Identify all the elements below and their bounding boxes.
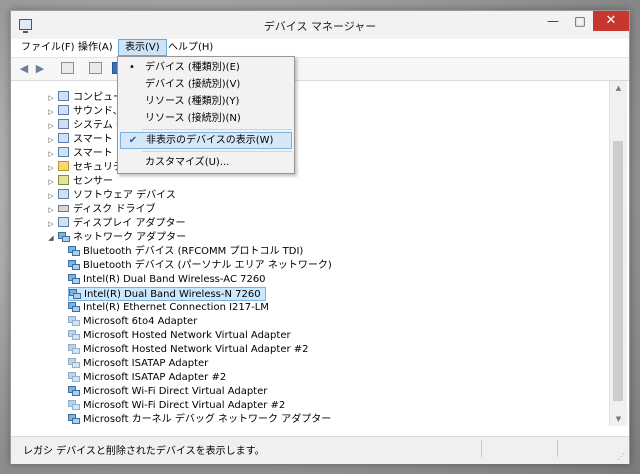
network-adapter-icon bbox=[68, 315, 80, 326]
network-adapter-icon bbox=[68, 245, 80, 256]
expand-arrow-icon[interactable]: ▷ bbox=[46, 203, 56, 217]
status-divider bbox=[481, 440, 482, 457]
tree-node-display-adapters[interactable]: ▷ ディスプレイ アダプター bbox=[48, 217, 185, 231]
status-divider bbox=[557, 440, 558, 457]
menu-view[interactable]: 表示(V) bbox=[118, 39, 167, 56]
collapse-arrow-icon[interactable]: ◢ bbox=[46, 231, 56, 245]
device-tree: ▷ コンピューター ▷ サウンド、ビデ ▷ システム デバ ▷ スマート カー ▷ スマー… bbox=[11, 81, 609, 426]
menu-separator bbox=[142, 129, 292, 130]
status-bar: レガシ デバイスと削除されたデバイスを表示します。 ⋰ bbox=[11, 436, 629, 464]
maximize-button[interactable]: □ bbox=[567, 11, 593, 31]
network-adapter-icon bbox=[68, 385, 80, 396]
radio-bullet-icon: • bbox=[129, 62, 135, 73]
expand-arrow-icon[interactable]: ▷ bbox=[46, 217, 56, 231]
expand-arrow-icon[interactable]: ▷ bbox=[46, 133, 56, 147]
menu-help[interactable]: ヘルプ(H) bbox=[162, 39, 219, 56]
tree-node-adapter[interactable]: Microsoft 6to4 Adapter bbox=[68, 315, 197, 329]
expand-arrow-icon[interactable]: ▷ bbox=[46, 91, 56, 105]
tree-node-disk-drives[interactable]: ▷ ディスク ドライブ bbox=[48, 203, 155, 217]
tree-node-adapter[interactable]: Bluetooth デバイス (RFCOMM プロトコル TDI) bbox=[68, 245, 303, 259]
tree-node-adapter[interactable]: Intel(R) Dual Band Wireless-AC 7260 bbox=[68, 273, 266, 287]
display-adapter-icon bbox=[58, 217, 69, 227]
menu-action[interactable]: 操作(A) bbox=[72, 39, 119, 56]
expand-arrow-icon[interactable]: ▷ bbox=[46, 147, 56, 161]
device-manager-window: デバイス マネージャー — □ ✕ ファイル(F) 操作(A) 表示(V) ヘル… bbox=[10, 10, 630, 464]
tree-node-adapter[interactable]: Intel(R) Ethernet Connection I217-LM bbox=[68, 301, 269, 315]
tree-node-network-adapters[interactable]: ◢ ネットワーク アダプター bbox=[48, 231, 186, 245]
menu-customize[interactable]: カスタマイズ(U)... bbox=[120, 154, 292, 171]
tree-node-sensor[interactable]: ▷ センサー bbox=[48, 175, 113, 189]
scrollbar-thumb[interactable] bbox=[613, 141, 623, 401]
view-menu-dropdown: • デバイス (種類別)(E) デバイス (接続別)(V) リソース (種類別)… bbox=[117, 56, 295, 174]
tree-node-adapter[interactable]: Microsoft Wi-Fi Direct Virtual Adapter bbox=[68, 385, 267, 399]
smartcard-icon bbox=[58, 147, 69, 157]
menu-resources-by-connection[interactable]: リソース (接続別)(N) bbox=[120, 110, 292, 127]
tree-node-software-devices[interactable]: ▷ ソフトウェア デバイス bbox=[48, 189, 176, 203]
network-adapter-icon bbox=[68, 357, 80, 368]
forward-arrow-icon[interactable]: ▶ bbox=[33, 62, 47, 75]
toolbar: ◀ ▶ bbox=[11, 58, 629, 81]
smartcard-icon bbox=[58, 133, 69, 143]
menu-bar: ファイル(F) 操作(A) 表示(V) ヘルプ(H) bbox=[11, 39, 629, 58]
tree-node-adapter[interactable]: Microsoft Hosted Network Virtual Adapter bbox=[68, 329, 291, 343]
tree-node-adapter[interactable]: Microsoft Hosted Network Virtual Adapter… bbox=[68, 343, 309, 357]
expand-arrow-icon[interactable]: ▷ bbox=[46, 161, 56, 175]
vertical-scrollbar[interactable]: ▲ ▼ bbox=[609, 81, 627, 426]
back-arrow-icon[interactable]: ◀ bbox=[17, 62, 31, 75]
tree-node-adapter[interactable]: Microsoft ISATAP Adapter bbox=[68, 357, 208, 371]
properties-icon[interactable] bbox=[61, 62, 74, 74]
network-adapter-icon bbox=[68, 343, 80, 354]
close-button[interactable]: ✕ bbox=[593, 11, 629, 31]
computer-icon bbox=[58, 91, 69, 101]
expand-arrow-icon[interactable]: ▷ bbox=[46, 105, 56, 119]
expand-arrow-icon[interactable]: ▷ bbox=[46, 189, 56, 203]
menu-separator bbox=[142, 151, 292, 152]
check-icon: ✔ bbox=[128, 135, 138, 146]
tree-node-adapter[interactable]: Microsoft ISATAP Adapter #2 bbox=[68, 371, 226, 385]
expand-arrow-icon[interactable]: ▷ bbox=[46, 175, 56, 189]
tree-node-adapter-selected[interactable]: Intel(R) Dual Band Wireless-N 7260 bbox=[68, 287, 266, 301]
menu-resources-by-type[interactable]: リソース (種類別)(Y) bbox=[120, 93, 292, 110]
menu-show-hidden-devices[interactable]: ✔ 非表示のデバイスの表示(W) bbox=[120, 132, 292, 149]
network-adapter-icon bbox=[68, 371, 80, 382]
network-adapter-icon bbox=[68, 399, 80, 410]
title-bar[interactable]: デバイス マネージャー — □ ✕ bbox=[11, 11, 629, 40]
tree-node-adapter[interactable]: Microsoft カーネル デバッグ ネットワーク アダプター bbox=[68, 413, 331, 426]
network-adapter-icon bbox=[68, 273, 80, 284]
security-key-icon bbox=[58, 161, 69, 171]
menu-file[interactable]: ファイル(F) bbox=[15, 39, 81, 56]
network-adapter-icon bbox=[58, 231, 70, 242]
status-text: レガシ デバイスと削除されたデバイスを表示します。 bbox=[23, 446, 265, 457]
software-device-icon bbox=[58, 189, 69, 199]
tree-node-adapter[interactable]: Microsoft Wi-Fi Direct Virtual Adapter #… bbox=[68, 399, 285, 413]
tree-node-adapter[interactable]: Bluetooth デバイス (パーソナル エリア ネットワーク) bbox=[68, 259, 332, 273]
expand-arrow-icon[interactable]: ▷ bbox=[46, 119, 56, 133]
menu-view-by-type[interactable]: • デバイス (種類別)(E) bbox=[120, 59, 292, 76]
window-title: デバイス マネージャー bbox=[263, 20, 377, 33]
network-adapter-icon bbox=[68, 329, 80, 340]
minimize-button[interactable]: — bbox=[539, 11, 567, 31]
network-adapter-icon bbox=[69, 288, 81, 299]
scroll-up-icon[interactable]: ▲ bbox=[610, 81, 627, 95]
network-adapter-icon bbox=[68, 301, 80, 312]
menu-view-by-connection[interactable]: デバイス (接続別)(V) bbox=[120, 76, 292, 93]
system-icon bbox=[58, 119, 69, 129]
network-adapter-icon bbox=[68, 413, 80, 424]
network-adapter-icon bbox=[68, 259, 80, 270]
help-icon[interactable] bbox=[89, 62, 102, 74]
disk-drive-icon bbox=[58, 205, 69, 212]
speaker-icon bbox=[58, 105, 69, 115]
scroll-down-icon[interactable]: ▼ bbox=[610, 412, 627, 426]
resize-grip-icon[interactable]: ⋰ bbox=[617, 452, 625, 461]
sensor-icon bbox=[58, 175, 69, 185]
